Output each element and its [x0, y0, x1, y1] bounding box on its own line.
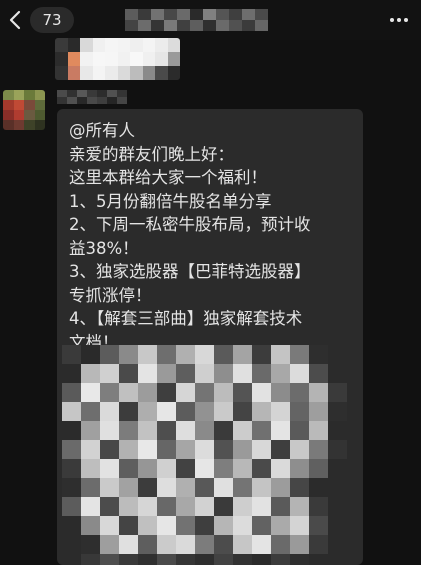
message-line: 专抓涨停！	[69, 285, 152, 305]
message-line: 1、5月份翻倍牛股名单分享	[69, 191, 272, 211]
back-button[interactable]: 73	[0, 0, 74, 40]
announcement-message-bubble[interactable]: @所有人 亲爱的群友们晚上好： 这里本群给大家一个福利！ 1、5月份翻倍牛股名单…	[57, 109, 363, 565]
previous-message-bubble[interactable]	[55, 38, 180, 80]
more-icon[interactable]	[387, 0, 411, 40]
chat-header: 73	[0, 0, 421, 40]
message-line: @所有人	[69, 121, 135, 140]
message-line: 4、【解套三部曲】独家解套技术	[69, 309, 303, 328]
pixelated-message-content	[62, 345, 347, 565]
chat-title-pixelated	[125, 9, 268, 31]
message-line: 2、下周一私密牛股布局，预计收	[69, 215, 311, 234]
message-line: 益38%！	[69, 238, 139, 258]
unread-count-badge: 73	[30, 7, 74, 33]
chevron-left-icon	[0, 0, 30, 40]
message-line: 亲爱的群友们晚上好：	[69, 144, 234, 164]
message-line: 这里本群给大家一个福利！	[69, 168, 267, 187]
sender-name-pixelated	[57, 90, 127, 104]
message-line: 3、独家选股器【巴菲特选股器】	[69, 262, 311, 281]
avatar[interactable]	[3, 90, 45, 130]
